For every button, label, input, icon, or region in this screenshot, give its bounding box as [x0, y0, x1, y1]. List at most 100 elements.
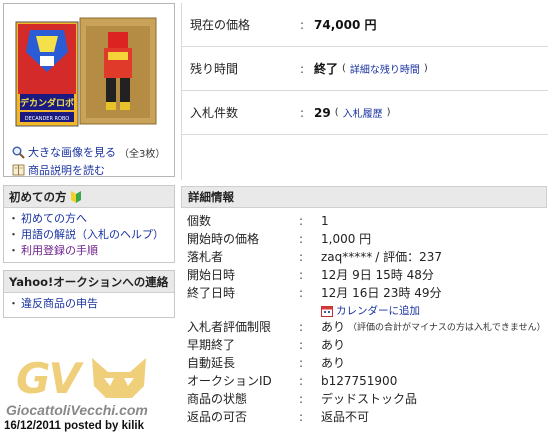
read-description-label[interactable]: 商品説明を読む	[28, 162, 105, 178]
detail-row-winner: 落札者 : zaq***** / 評価：237	[181, 248, 547, 265]
bid-count-row: 入札件数 : 29 (入札履歴)	[182, 91, 548, 135]
beginners-item-label[interactable]: 利用登録の手順	[21, 244, 98, 257]
add-to-calendar-link[interactable]: カレンダーに追加	[321, 303, 420, 318]
detail-label: 落札者	[187, 250, 224, 264]
separator: :	[299, 249, 304, 264]
detail-value: あり	[321, 320, 346, 334]
detail-row-bidder-rating-limit: 入札者評価制限 : あり （評価の合計がマイナスの方は入札できません）	[181, 318, 547, 335]
detail-value: 12月 9日 15時 48分	[321, 268, 434, 282]
beginners-list: ・初めての方へ ・用語の解説（入札のヘルプ） ・利用登録の手順	[4, 208, 174, 263]
detail-label: 返品の可否	[187, 410, 248, 424]
view-larger-image-label[interactable]: 大きな画像を見る	[28, 144, 116, 160]
detail-label: オークションID	[187, 374, 272, 388]
watermark-site: GiocattoliVecchi.com	[6, 402, 148, 418]
detail-label: 自動延長	[187, 356, 236, 370]
remaining-time-value-group: 終了 (詳細な残り時間)	[314, 61, 428, 76]
magnifier-icon	[12, 146, 25, 159]
separator: :	[299, 213, 304, 228]
beginners-item-label[interactable]: 用語の解説（入札のヘルプ）	[21, 228, 164, 241]
detail-value: デッドストック品	[321, 392, 418, 406]
separator: :	[299, 319, 304, 334]
current-price-value: 74,000 円	[314, 18, 377, 32]
detail-value: あり	[321, 338, 346, 352]
beginners-panel-header: 初めての方	[4, 186, 174, 208]
beginners-item[interactable]: ・初めての方へ	[8, 211, 170, 227]
contact-list: ・違反商品の申告	[4, 293, 174, 316]
separator: :	[300, 17, 305, 32]
details-section: 詳細情報 個数 : 1 開始時の価格 : 1,000 円 落札者 : zaq**…	[181, 186, 547, 434]
separator: :	[299, 267, 304, 282]
detail-value: b127751900	[321, 373, 398, 388]
rating-limit-note: （評価の合計がマイナスの方は入札できません）	[348, 323, 546, 333]
product-box-title: デカンダロボ	[20, 97, 74, 109]
view-larger-image-link[interactable]: 大きな画像を見る （全3枚）	[12, 144, 165, 160]
product-image[interactable]: デカンダロボ DECANDER ROBO	[10, 12, 160, 132]
detail-value: 1	[321, 213, 329, 228]
product-image-box: デカンダロボ DECANDER ROBO 大きな画像を見る （全3枚） 商品説明…	[3, 3, 175, 177]
detail-value: あり	[321, 356, 346, 370]
detail-label: 終了日時	[187, 286, 236, 300]
detail-row-quantity: 個数 : 1	[181, 212, 547, 229]
details-header: 詳細情報	[181, 186, 547, 208]
detail-row-end-time: 終了日時 : 12月 16日 23時 49分	[181, 284, 547, 301]
detail-row-auto-extend: 自動延長 : あり	[181, 354, 547, 371]
detail-label: 開始日時	[187, 268, 236, 282]
current-price-row: 現在の価格 : 74,000 円	[182, 3, 548, 47]
detail-value: 返品不可	[321, 410, 370, 424]
contact-panel-title: Yahoo!オークションへの連絡	[9, 274, 169, 289]
detail-row-early-end: 早期終了 : あり	[181, 336, 547, 353]
detail-label: 個数	[187, 214, 212, 228]
detailed-remaining-time-link[interactable]: 詳細な残り時間	[350, 61, 420, 76]
read-description-link[interactable]: 商品説明を読む	[12, 162, 105, 178]
remaining-time-label: 残り時間	[190, 62, 239, 76]
detail-row-start-time: 開始日時 : 12月 9日 15時 48分	[181, 266, 547, 283]
separator: :	[299, 409, 304, 424]
bid-count-value: 29	[314, 105, 331, 120]
image-count: （全3枚）	[119, 148, 166, 160]
book-icon	[12, 164, 25, 176]
auction-summary: 現在の価格 : 74,000 円 残り時間 : 終了 (詳細な残り時間) 入札件…	[181, 3, 548, 180]
current-price-label: 現在の価格	[190, 18, 251, 32]
calendar-icon	[321, 305, 333, 317]
beginners-panel: 初めての方 ・初めての方へ ・用語の解説（入札のヘルプ） ・利用登録の手順	[3, 185, 175, 263]
beginners-item-label[interactable]: 初めての方へ	[21, 212, 87, 225]
bid-count-value-group: 29 (入札履歴)	[314, 105, 391, 121]
separator: :	[299, 337, 304, 352]
detail-row-auction-id: オークションID : b127751900	[181, 372, 547, 389]
winner-id-link[interactable]: zaq*****	[321, 250, 372, 264]
bid-count-label: 入札件数	[190, 106, 239, 120]
contact-item-label[interactable]: 違反商品の申告	[21, 297, 98, 310]
detail-value-group: あり （評価の合計がマイナスの方は入札できません）	[321, 318, 546, 335]
contact-panel: Yahoo!オークションへの連絡 ・違反商品の申告	[3, 270, 175, 318]
separator: :	[299, 373, 304, 388]
contact-item[interactable]: ・違反商品の申告	[8, 296, 170, 312]
detail-row-condition: 商品の状態 : デッドストック品	[181, 390, 547, 407]
watermark: GV GiocattoliVecchi.com 16/12/2011 poste…	[4, 350, 176, 436]
left-column: デカンダロボ DECANDER ROBO 大きな画像を見る （全3枚） 商品説明…	[0, 0, 178, 437]
separator: :	[300, 61, 305, 76]
details-title: 詳細情報	[188, 190, 234, 204]
separator: :	[300, 105, 305, 120]
beginners-panel-title: 初めての方	[9, 189, 67, 204]
detail-label: 開始時の価格	[187, 232, 260, 246]
remaining-time-row: 残り時間 : 終了 (詳細な残り時間)	[182, 47, 548, 91]
remaining-time-value: 終了	[314, 62, 339, 76]
separator: :	[299, 231, 304, 246]
add-to-calendar-label[interactable]: カレンダーに追加	[336, 303, 420, 318]
beginners-item[interactable]: ・用語の解説（入札のヘルプ）	[8, 227, 170, 243]
beginner-mark-icon	[70, 190, 81, 203]
detail-value: 1,000 円	[321, 232, 372, 246]
beginners-item[interactable]: ・利用登録の手順	[8, 243, 170, 259]
product-box-subtitle: DECANDER ROBO	[25, 116, 69, 122]
separator: :	[299, 285, 304, 300]
bid-history-link[interactable]: 入札履歴	[343, 105, 383, 120]
detail-value: 12月 16日 23時 49分	[321, 286, 442, 300]
cat-logo-icon	[92, 358, 146, 398]
detail-label: 早期終了	[187, 338, 236, 352]
separator: :	[299, 391, 304, 406]
separator: :	[299, 355, 304, 370]
detail-value-group: zaq***** / 評価：237	[321, 248, 442, 265]
contact-panel-header: Yahoo!オークションへの連絡	[4, 271, 174, 293]
detail-label: 入札者評価制限	[187, 320, 272, 334]
watermark-logo: GV	[16, 354, 81, 403]
